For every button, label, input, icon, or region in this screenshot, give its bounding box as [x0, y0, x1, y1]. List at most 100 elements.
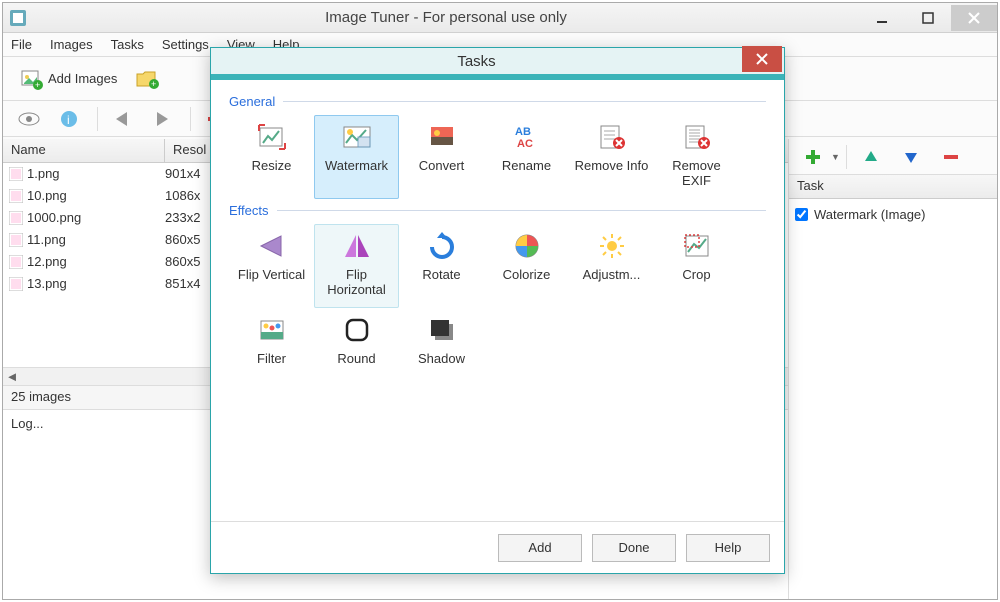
task-round[interactable]: Round: [314, 308, 399, 377]
section-general: General: [229, 94, 766, 109]
file-name: 1000.png: [27, 210, 81, 225]
flipv-icon: [255, 229, 289, 263]
column-name[interactable]: Name: [3, 139, 165, 162]
window-controls: [859, 5, 997, 31]
task-label: Rename: [502, 158, 551, 173]
info-icon: i: [60, 110, 78, 128]
done-button[interactable]: Done: [592, 534, 676, 562]
task-colorize[interactable]: Colorize: [484, 224, 569, 308]
status-text: 25 images: [11, 389, 71, 404]
task-convert[interactable]: Convert: [399, 115, 484, 199]
filter-icon: [255, 313, 289, 347]
scroll-left-icon[interactable]: ◄: [3, 369, 21, 385]
section-rule: [283, 101, 766, 102]
rotate-right-button[interactable]: [144, 104, 180, 134]
task-label: Watermark (Image): [814, 207, 925, 222]
dialog-body: General Resize Watermark Convert ABACRename…: [211, 80, 784, 377]
task-resize[interactable]: Resize: [229, 115, 314, 199]
image-file-icon: [9, 277, 23, 291]
help-button[interactable]: Help: [686, 534, 770, 562]
task-checkbox[interactable]: [795, 208, 808, 221]
task-label: Flip Horizontal: [317, 267, 396, 297]
section-effects-label: Effects: [229, 203, 269, 218]
separator: [97, 107, 98, 131]
preview-button[interactable]: [11, 104, 47, 134]
add-button[interactable]: Add: [498, 534, 582, 562]
task-label: Filter: [257, 351, 286, 366]
minimize-button[interactable]: [859, 5, 905, 31]
add-folder-button[interactable]: +: [132, 62, 166, 96]
task-label: Convert: [419, 158, 465, 173]
task-removeinfo[interactable]: Remove Info: [569, 115, 654, 199]
file-name: 13.png: [27, 276, 67, 291]
task-fliph[interactable]: Flip Horizontal: [314, 224, 399, 308]
triangle-right-icon: [153, 110, 171, 128]
image-file-icon: [9, 211, 23, 225]
colorize-icon: [510, 229, 544, 263]
menu-tasks[interactable]: Tasks: [111, 37, 144, 52]
resize-icon: [255, 120, 289, 154]
task-adjust[interactable]: Adjustm...: [569, 224, 654, 308]
task-rotate[interactable]: Rotate: [399, 224, 484, 308]
image-file-icon: [9, 255, 23, 269]
image-file-icon: [9, 233, 23, 247]
move-up-button[interactable]: [853, 142, 889, 172]
svg-text:+: +: [35, 80, 40, 90]
task-watermark[interactable]: Watermark: [314, 115, 399, 199]
effects-tasks-grid: Flip Vertical Flip HorizontalRotateColori…: [229, 224, 766, 377]
dialog-close-button[interactable]: [742, 46, 782, 72]
adjust-icon: [595, 229, 629, 263]
convert-icon: [425, 120, 459, 154]
close-button[interactable]: [951, 5, 997, 31]
task-label: Remove Info: [575, 158, 649, 173]
task-crop[interactable]: Crop: [654, 224, 739, 308]
folder-add-icon: +: [135, 67, 159, 91]
task-label: Shadow: [418, 351, 465, 366]
menu-images[interactable]: Images: [50, 37, 93, 52]
watermark-icon: [340, 120, 374, 154]
rotate-icon: [425, 229, 459, 263]
dialog-title-bar: Tasks: [211, 48, 784, 80]
removeexif-icon: [680, 120, 714, 154]
log-text: Log...: [11, 416, 44, 431]
task-filter[interactable]: Filter: [229, 308, 314, 377]
file-name: 11.png: [27, 232, 66, 247]
add-task-button[interactable]: [795, 142, 831, 172]
menu-file[interactable]: File: [11, 37, 32, 52]
dialog-title: Tasks: [211, 53, 742, 70]
task-rename[interactable]: ABACRename: [484, 115, 569, 199]
task-shadow[interactable]: Shadow: [399, 308, 484, 377]
task-label: Resize: [252, 158, 292, 173]
triangle-left-icon: [113, 110, 131, 128]
task-list: Watermark (Image): [789, 199, 997, 599]
rotate-left-button[interactable]: [104, 104, 140, 134]
task-item[interactable]: Watermark (Image): [795, 203, 991, 225]
removeinfo-icon: [595, 120, 629, 154]
shadow-icon: [425, 313, 459, 347]
task-label: Round: [337, 351, 375, 366]
eye-icon: [18, 111, 40, 127]
task-flipv[interactable]: Flip Vertical: [229, 224, 314, 308]
title-bar: Image Tuner - For personal use only: [3, 3, 997, 33]
plus-icon: [804, 148, 822, 166]
crop-icon: [680, 229, 714, 263]
svg-text:AB: AB: [515, 126, 531, 138]
maximize-button[interactable]: [905, 5, 951, 31]
task-label: Flip Vertical: [238, 267, 305, 282]
info-button[interactable]: i: [51, 104, 87, 134]
image-add-icon: +: [20, 67, 44, 91]
menu-settings[interactable]: Settings: [162, 37, 209, 52]
file-name: 1.png: [27, 166, 60, 181]
add-images-button[interactable]: + Add Images: [11, 62, 126, 96]
svg-text:i: i: [67, 113, 70, 127]
move-down-button[interactable]: [893, 142, 929, 172]
remove-task-button[interactable]: [933, 142, 969, 172]
file-name: 10.png: [27, 188, 67, 203]
dropdown-arrow-icon[interactable]: ▼: [831, 152, 840, 162]
task-removeexif[interactable]: Remove EXIF: [654, 115, 739, 199]
arrow-up-icon: [863, 149, 879, 165]
separator: [846, 145, 847, 169]
window-title: Image Tuner - For personal use only: [33, 9, 859, 26]
task-label: Adjustm...: [583, 267, 641, 282]
image-file-icon: [9, 167, 23, 181]
